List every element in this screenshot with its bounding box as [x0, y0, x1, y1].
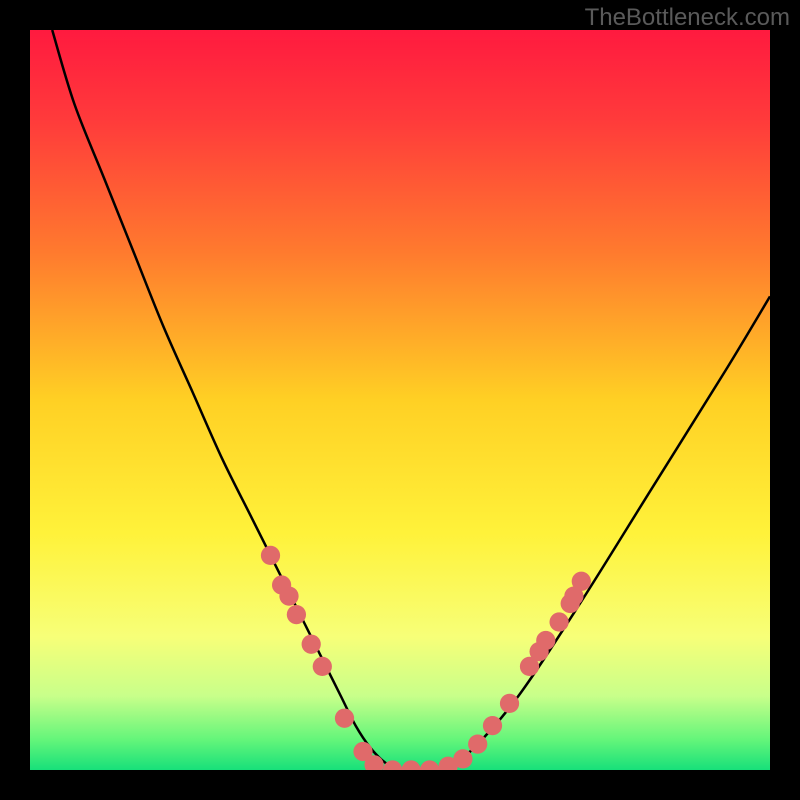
sample-point — [279, 586, 298, 605]
sample-point — [549, 612, 568, 631]
sample-point — [287, 605, 306, 624]
sample-point — [261, 546, 280, 565]
plot-svg — [30, 30, 770, 770]
sample-point — [468, 734, 487, 753]
gradient-background — [30, 30, 770, 770]
sample-point — [536, 631, 555, 650]
chart-container: TheBottleneck.com — [0, 0, 800, 800]
sample-point — [335, 709, 354, 728]
sample-point — [572, 572, 591, 591]
sample-point — [453, 749, 472, 768]
sample-point — [302, 635, 321, 654]
watermark-text: TheBottleneck.com — [585, 4, 790, 32]
sample-point — [483, 716, 502, 735]
sample-point — [313, 657, 332, 676]
sample-point — [500, 694, 519, 713]
plot-area — [30, 30, 770, 770]
